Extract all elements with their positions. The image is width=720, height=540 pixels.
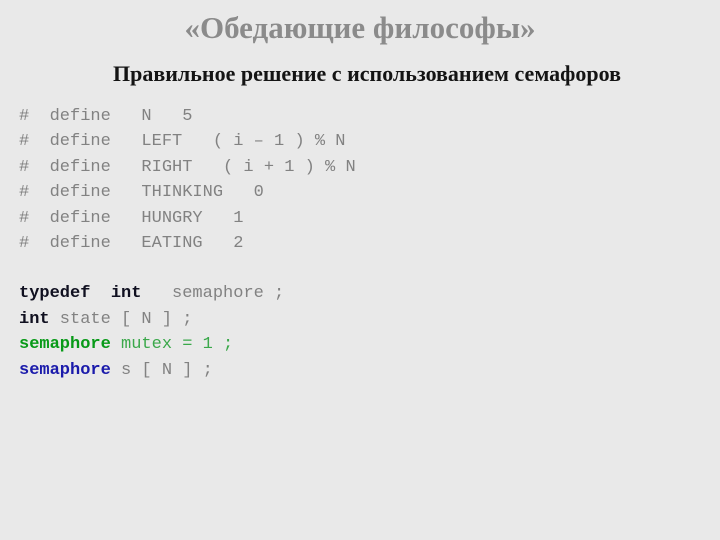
code-token: state [ N ] ; <box>49 309 193 329</box>
code-token: # define THINKING 0 <box>19 183 264 203</box>
code-token: semaphore <box>19 335 111 355</box>
code-line: int state [ N ] ; <box>19 307 679 332</box>
code-token: # define EATING 2 <box>19 233 244 253</box>
code-line: # define THINKING 0 <box>19 180 679 205</box>
code-token: # define N 5 <box>19 107 193 126</box>
code-line: # define RIGHT ( i + 1 ) % N <box>19 155 679 180</box>
code-line: semaphore s [ N ] ; <box>19 358 679 383</box>
code-line: # define N 5 <box>19 104 679 129</box>
code-token: # define RIGHT ( i + 1 ) % N <box>19 157 356 177</box>
code-token: # define LEFT ( i – 1 ) % N <box>19 132 346 152</box>
page-title: «Обедающие философы» <box>184 10 536 45</box>
code-line: # define EATING 2 <box>19 231 679 256</box>
code-token: int <box>19 309 50 329</box>
code-token: mutex = 1 ; <box>110 335 234 355</box>
code-token: # define HUNGRY 1 <box>19 208 244 228</box>
code-listing: # define N 5 # define LEFT ( i – 1 ) % N #… <box>19 104 679 383</box>
slide-canvas: «Обедающие философы» Правильное решение … <box>0 0 720 540</box>
code-token: typedef int <box>19 284 142 304</box>
code-token: s [ N ] ; <box>110 360 213 380</box>
code-token: semaphore <box>19 360 111 380</box>
page-subtitle: Правильное решение с использованием сема… <box>113 61 621 86</box>
code-token: semaphore ; <box>141 284 285 304</box>
code-line: # define HUNGRY 1 <box>19 206 679 231</box>
code-line: semaphore mutex = 1 ; <box>19 332 679 357</box>
code-line: # define LEFT ( i – 1 ) % N <box>19 129 679 154</box>
code-line: typedef int semaphore ; <box>19 281 679 306</box>
